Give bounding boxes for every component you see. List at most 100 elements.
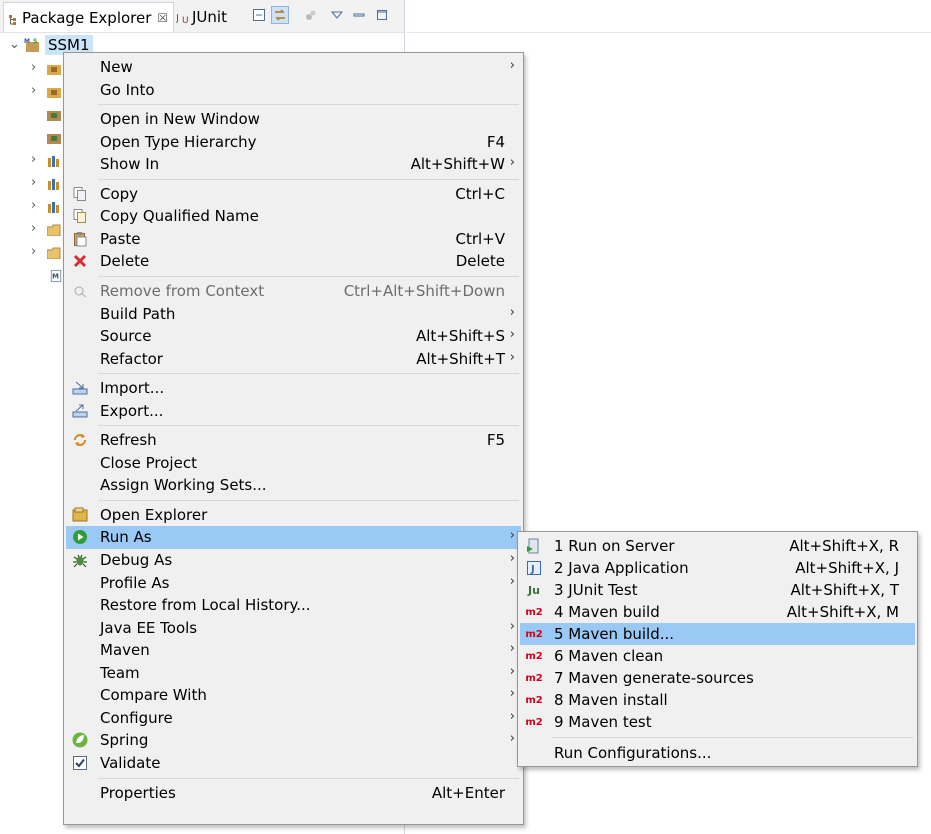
menu-item-open-type-hierarchy[interactable]: Open Type Hierarchy F4 (66, 131, 521, 154)
menu-item-compare-with[interactable]: Compare With › (66, 684, 521, 707)
menu-item-label: Assign Working Sets... (100, 476, 267, 495)
import-icon (72, 380, 88, 396)
run-as-item-3-junit-test[interactable]: Ju 3 JUnit Test Alt+Shift+X, T (520, 579, 915, 601)
library-icon (48, 202, 59, 213)
chevron-right-icon[interactable]: › (31, 60, 36, 75)
menu-item-run-as[interactable]: Run As › (66, 526, 521, 549)
menu-item-profile-as[interactable]: Profile As › (66, 572, 521, 595)
menu-item-delete[interactable]: Delete Delete (66, 250, 521, 273)
package-folder-icon (47, 88, 61, 98)
menu-item-java-ee-tools[interactable]: Java EE Tools › (66, 617, 521, 640)
run-as-item-2-java-application[interactable]: J 2 Java Application Alt+Shift+X, J (520, 557, 915, 579)
chevron-right-icon[interactable]: › (31, 83, 36, 98)
menu-item-label: Debug As (100, 551, 173, 569)
chevron-down-icon[interactable]: ⌄ (9, 37, 20, 52)
chevron-right-icon: › (509, 349, 515, 365)
menu-item-refactor[interactable]: Refactor Alt+Shift+T › (66, 348, 521, 371)
run-as-item-8-maven-install[interactable]: m2 8 Maven install (520, 689, 915, 711)
menu-item-shortcut: F4 (486, 132, 505, 151)
menu-item-label: Run As (100, 528, 152, 547)
chevron-right-icon[interactable]: › (31, 244, 36, 259)
run-as-item-5-maven-build[interactable]: m2 5 Maven build... (520, 623, 915, 645)
editor-header (407, 0, 931, 33)
run-as-item-run-configurations[interactable]: Run Configurations... (520, 742, 915, 764)
menu-item-paste[interactable]: Paste Ctrl+V (66, 228, 521, 251)
menu-item-label: Open in New Window (100, 110, 260, 129)
run-as-item-4-maven-build[interactable]: m2 4 Maven build Alt+Shift+X, M (520, 601, 915, 623)
menu-item-close-project[interactable]: Close Project (66, 452, 521, 475)
chevron-right-icon[interactable]: › (31, 221, 36, 236)
export-icon (72, 403, 88, 419)
menu-item-assign-working-sets[interactable]: Assign Working Sets... (66, 474, 521, 497)
svg-text:S: S (33, 38, 37, 45)
menu-item-maven[interactable]: Maven › (66, 639, 521, 662)
menu-item-spring[interactable]: Spring › (66, 729, 521, 752)
focus-task-icon[interactable] (302, 6, 320, 24)
menu-item-debug-as[interactable]: Debug As › (66, 549, 521, 572)
chevron-right-icon: › (509, 708, 515, 724)
chevron-right-icon[interactable]: › (31, 152, 36, 167)
menu-item-validate[interactable]: Validate (66, 752, 521, 775)
svg-text:J: J (530, 564, 535, 575)
java-app-icon: J (526, 560, 542, 576)
menu-separator (98, 275, 519, 277)
run-as-item-6-maven-clean[interactable]: m2 6 Maven clean (520, 645, 915, 667)
folder-icon (47, 247, 61, 259)
menu-item-shortcut: Alt+Shift+X, T (790, 581, 899, 599)
menu-item-copy-qualified-name[interactable]: Copy Qualified Name (66, 205, 521, 228)
menu-item-shortcut: Alt+Shift+X, R (789, 537, 899, 555)
menu-item-shortcut: Alt+Shift+S (415, 327, 505, 346)
menu-item-label: 1 Run on Server (554, 537, 675, 555)
minimize-icon[interactable] (350, 6, 368, 24)
menu-item-source[interactable]: Source Alt+Shift+S › (66, 325, 521, 348)
menu-item-properties[interactable]: Properties Alt+Enter (66, 782, 521, 805)
link-with-editor-icon[interactable] (271, 6, 289, 24)
menu-item-label: New (100, 58, 133, 76)
chevron-right-icon: › (509, 573, 515, 589)
menu-item-label: Copy Qualified Name (100, 207, 259, 226)
menu-item-shortcut: Ctrl+Alt+Shift+Down (343, 281, 505, 300)
menu-item-go-into[interactable]: Go Into (66, 79, 521, 102)
menu-item-label: 4 Maven build (554, 603, 660, 621)
delete-icon (72, 253, 88, 269)
tab-package-explorer[interactable]: Package Explorer ☒ (3, 2, 174, 32)
chevron-right-icon: › (509, 327, 515, 343)
menu-item-open-in-new-window[interactable]: Open in New Window (66, 108, 521, 131)
tab-junit[interactable]: JU JUnit (175, 2, 240, 32)
server-run-icon (526, 538, 542, 554)
collapse-all-icon[interactable] (250, 6, 268, 24)
menu-item-refresh[interactable]: Refresh F5 (66, 429, 521, 452)
chevron-right-icon[interactable]: › (31, 198, 36, 213)
maximize-icon[interactable] (373, 6, 391, 24)
close-icon[interactable]: ☒ (157, 11, 168, 25)
run-as-item-9-maven-test[interactable]: m2 9 Maven test (520, 711, 915, 733)
menu-item-export[interactable]: Export... (66, 400, 521, 423)
svg-text:J: J (176, 13, 179, 24)
menu-item-label: 8 Maven install (554, 691, 668, 709)
chevron-right-icon[interactable]: › (31, 175, 36, 190)
menu-item-show-in[interactable]: Show In Alt+Shift+W › (66, 153, 521, 176)
menu-item-build-path[interactable]: Build Path › (66, 303, 521, 326)
menu-item-import[interactable]: Import... (66, 377, 521, 400)
menu-item-label: Open Explorer (100, 505, 208, 524)
menu-item-restore-from-local-history[interactable]: Restore from Local History... (66, 594, 521, 617)
menu-item-copy[interactable]: Copy Ctrl+C (66, 183, 521, 206)
menu-item-label: Maven (100, 641, 150, 660)
run-as-item-1-run-on-server[interactable]: 1 Run on Server Alt+Shift+X, R (520, 535, 915, 557)
run-as-item-7-maven-generate-sources[interactable]: m2 7 Maven generate-sources (520, 667, 915, 689)
menu-item-label: Show In (100, 155, 160, 174)
menu-separator (552, 737, 913, 738)
view-menu-icon[interactable] (328, 6, 346, 24)
menu-item-team[interactable]: Team › (66, 662, 521, 685)
chevron-right-icon: › (509, 155, 515, 171)
menu-item-open-explorer[interactable]: Open Explorer (66, 504, 521, 527)
chevron-right-icon: › (509, 618, 515, 634)
menu-item-remove-from-context: Remove from Context Ctrl+Alt+Shift+Down (66, 280, 521, 303)
maven-icon: m2 (525, 670, 542, 686)
package-explorer-icon (8, 12, 18, 25)
menu-item-configure[interactable]: Configure › (66, 707, 521, 730)
maven-icon: m2 (525, 692, 542, 708)
menu-item-new[interactable]: New › (66, 56, 521, 79)
menu-item-shortcut: Ctrl+V (455, 229, 505, 248)
menu-separator (98, 777, 519, 779)
